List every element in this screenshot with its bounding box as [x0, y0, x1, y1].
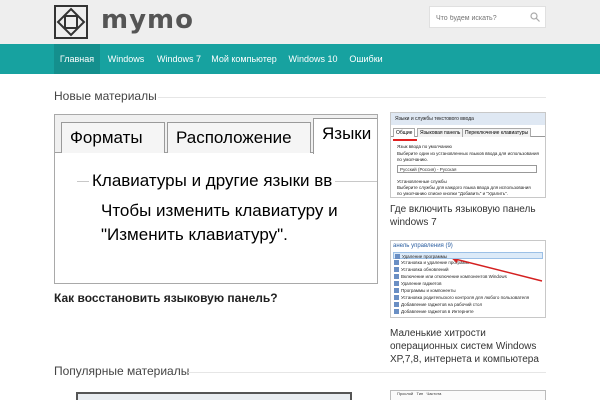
popular-thumb-cell: Прослой: [397, 391, 414, 396]
side-thumb-1[interactable]: Языки и службы текстового ввода Общие Яз…: [390, 112, 546, 198]
nav-item-my-computer[interactable]: Мой компьютер: [206, 44, 282, 74]
program-icon: [394, 281, 399, 286]
thumb1-text1: Выберите один из установленных языков вв…: [397, 151, 539, 156]
nav-item-windows-7[interactable]: Windows 7: [152, 44, 206, 74]
search-input[interactable]: [430, 8, 525, 29]
feature-tabbar: Форматы Расположение Языки: [55, 115, 377, 154]
nav-item-windows-10[interactable]: Windows 10: [282, 44, 344, 74]
feature-title[interactable]: Как восстановить языковую панель?: [54, 291, 278, 305]
feature-line-2: "Изменить клавиатуру".: [101, 225, 288, 244]
popular-side-thumb[interactable]: Прослой Тип Частота: [390, 390, 546, 400]
thumb1-text2: Выберите службы для каждого языка ввода …: [397, 185, 531, 190]
thumb1-section2: Установленные службы: [397, 179, 447, 184]
popular-image[interactable]: [76, 392, 352, 400]
program-icon: [394, 288, 399, 293]
thumb2-row-label: Добавление гаджетов в Интернете: [401, 309, 474, 314]
logo-text[interactable]: mymo: [101, 5, 194, 35]
nav-item-home[interactable]: Главная: [54, 44, 100, 74]
feature-tab-formats: Форматы: [61, 122, 165, 153]
thumb2-header: анель управления (9): [393, 243, 453, 249]
section-divider: [158, 97, 546, 98]
popular-thumb-cell: Частота: [426, 391, 442, 396]
thumb2-row: Установка родительского контроля для люб…: [393, 294, 543, 301]
side-caption-2[interactable]: Маленькие хитрости операционных систем W…: [390, 327, 546, 366]
thumb1-tab-langbar: Языковая панель: [417, 128, 464, 137]
section-title-popular: Популярные материалы: [54, 364, 190, 378]
search-icon[interactable]: [530, 12, 540, 22]
thumb1-red-underline: [393, 139, 417, 141]
program-icon: [394, 302, 399, 307]
popular-thumb-cell: Тип: [416, 391, 424, 396]
feature-line-1: Чтобы изменить клавиатуру и: [101, 201, 338, 220]
nav-item-errors[interactable]: Ошибки: [344, 44, 388, 74]
thumb1-tab-switch: Переключение клавиатуры: [462, 128, 532, 137]
search-box[interactable]: [429, 6, 546, 29]
logo-icon[interactable]: [54, 5, 88, 39]
thumb1-text1b: по умолчанию.: [397, 157, 428, 162]
thumb1-text2b: по умолчанию списке кнопки "Добавить" и …: [397, 191, 508, 196]
feature-tab-languages: Языки: [313, 118, 377, 154]
site-header: mymo: [0, 0, 600, 44]
side-caption-1[interactable]: Где включить языковую панель windows 7: [390, 203, 546, 229]
thumb2-row: Добавление гаджетов в Интернете: [393, 308, 543, 315]
thumb2-row-label: Установка обновлений: [401, 267, 449, 272]
program-icon: [394, 295, 399, 300]
thumb2-row: Удаление программы: [393, 252, 543, 259]
section-title-new: Новые материалы: [54, 89, 157, 103]
nav-item-windows[interactable]: Windows: [100, 44, 152, 74]
thumb1-titlebar: Языки и службы текстового ввода: [391, 113, 545, 125]
thumb1-tabs: Общие Языковая панель Переключение клави…: [391, 128, 545, 137]
program-icon: [394, 267, 399, 272]
thumb2-row-label: Добавление гаджетов на рабочий стол: [401, 302, 483, 307]
program-icon: [394, 274, 399, 279]
feature-image[interactable]: Форматы Расположение Языки Клавиатуры и …: [54, 114, 378, 284]
feature-group-label: Клавиатуры и другие языки вв: [89, 171, 336, 191]
program-icon: [394, 309, 399, 314]
side-thumb-2[interactable]: анель управления (9) Удаление программы …: [390, 240, 546, 318]
main-nav: Главная Windows Windows 7 Мой компьютер …: [0, 44, 600, 74]
thumb2-row-label: Удаление гаджетов: [401, 281, 442, 286]
thumb1-select: Русский (Россия) - Русская: [397, 165, 537, 173]
thumb1-section1: Язык ввода по умолчанию: [397, 144, 452, 149]
thumb1-tab-general: Общие: [393, 128, 416, 137]
feature-tab-location: Расположение: [167, 122, 311, 153]
thumb2-row: Добавление гаджетов на рабочий стол: [393, 301, 543, 308]
thumb2-row-label: Установка родительского контроля для люб…: [401, 295, 530, 300]
red-arrow-icon: [452, 259, 543, 282]
program-icon: [394, 260, 399, 265]
section-divider: [188, 372, 546, 373]
